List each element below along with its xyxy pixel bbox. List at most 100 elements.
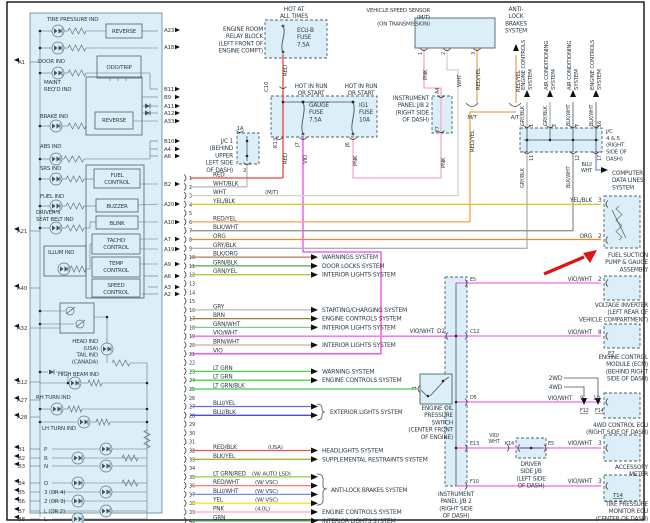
diagram-label: 8 [598,330,602,336]
diagram-label: 3 [598,441,602,447]
junction-dot [281,100,285,104]
red-annotation-arrow [543,255,585,276]
pin-number: 33 [189,457,195,463]
system-label: ENGINE CONTROLS SYSTEM [322,509,401,516]
system-arrow-icon [311,254,318,261]
diagram-label: TIRE PRESSURE MONITOR ECU (CENTER OF DASH) [595,502,648,522]
pin-bracket [183,209,187,218]
pin-number: 18 [189,325,195,331]
system-arrow-icon [311,324,318,331]
diagram-label: INSTRUMENT PANEL J/B 2 (RIGHT SIDE OF DASH) [393,96,430,124]
pin-bracket [183,191,187,200]
diagram-label: 1 [418,52,424,55]
system-label: INTERIOR LIGHTS SYSTEM [322,518,396,523]
diagram-label: ENGINE CONTROLSSYSTEM [590,39,603,90]
pin-bracket [183,306,187,314]
diagram-label: 11 [529,155,535,161]
diagram-label: FUEL SUCTION PUMP & GAUGE ASSEMBLY [605,253,649,273]
system-label: WARNINGS SYSTEM [322,254,378,261]
pin-number: 32 [189,449,195,455]
system-label: INTERIOR LIGHTS SYSTEM [322,324,396,331]
diagram-label: YEL/BLK [569,198,592,204]
system-label: SUPPLEMENTAL RESTRAINTS SYSTEM [322,456,428,463]
junction-dot [594,138,598,142]
pin-number: 16 [189,308,195,314]
pin-number: 22 [189,361,195,367]
diagram-label: VIO/WHT [410,329,435,335]
system-arrow-icon [311,315,318,322]
system-arrow-icon [311,403,318,410]
diagram-label: B7 [18,509,26,515]
system-label: INTERIOR LIGHTS SYSTEM [322,342,396,349]
diagram-label: GRY/BLK [543,105,549,126]
junction-dot [454,446,458,450]
diagram-label: DRIVER SIDE J/B (LEFT SIDE OF DASH) [516,462,546,490]
diagram-label: A4 [435,88,441,94]
diagram-label: 3 [598,198,602,204]
diagram-label: 3 [598,479,602,485]
pin-bracket [183,288,187,297]
arrow-up-icon [570,90,576,97]
wire-note: (W/ VSC) [255,480,278,486]
pin-number: 4 [189,202,192,208]
wire-note: (W/ VSC) [255,498,278,504]
pin-bracket [183,279,187,288]
pin-bracket [183,314,187,323]
junction-dot [454,334,458,338]
diagram-label: EXTERIOR LIGHTS SYSTEM [330,410,403,416]
pin-number: 12 [189,273,195,279]
pin-bracket [183,235,187,244]
diagram-label: 17 [597,155,603,161]
pin-number: 3 [189,194,192,200]
wire-note: (M/T) [265,190,278,196]
diagram-label: AIR CONDITIONINGSYSTEM [567,41,580,90]
pin-number: 11 [189,264,195,270]
diagram-label: 1A [237,126,244,132]
diagram-label: BLK/WHT [566,103,572,126]
wiring-diagram-page: 1 RED 2 WHT/BLK 3 WHT (M/T) 4 YEL/BLK 5 6 RED/YEL 7 B… [0,0,650,523]
wire-RED/YEL [469,111,516,222]
junction-dot [441,379,445,383]
system-arrow-icon [311,306,318,313]
pin-bracket [183,385,187,393]
pin-bracket [183,455,187,464]
diagram-label: B12 [17,380,27,386]
cluster-pin-arrow-icon [175,103,180,109]
system-label: ENGINE CONTROLS SYSTEM [322,377,401,384]
diagram-label: J/C 4 & 5 (RIGHT SIDE OF DASH) [605,129,627,162]
diagram-label: E5 [548,441,554,447]
diagram-label: HOT IN RUN OR START [295,84,328,97]
junction-dot [426,394,430,398]
diagram-label: HOT IN RUN OR START [345,84,378,97]
junction-dot [145,420,149,424]
wire-note: (W/ AUTO LSD) [252,471,291,477]
pin-bracket [183,226,187,235]
system-arrow-icon [311,342,318,348]
pin-bracket [183,323,187,332]
cluster-pin-arrow-icon [175,284,180,290]
cluster-pin-arrow-icon [175,153,180,159]
diagram-label: 2WD [549,376,563,382]
system-arrow-icon [311,473,318,480]
diagram-label: F12 [580,408,589,414]
diagram-label: BUZZER [106,204,128,210]
diagram-label: COMPUTER DATA LINES SYSTEM [612,171,644,191]
junction-dot [66,381,70,385]
component-box [603,195,641,249]
pin-bracket [183,182,187,191]
system-arrow-icon [311,482,318,489]
diagram-label: TIRE PRESSURE IND [46,17,98,23]
diagram-label: 2 [552,124,558,127]
system-arrow-icon [311,491,318,498]
system-label: STARTING/CHARGING SYSTEM [322,307,407,314]
diagram-label: INSTRUMENT PANEL J/B 2 (RIGHT SIDE OF DASH) [438,492,475,520]
diagram-label: 3 (OR 4) [44,490,65,496]
diagram-label: VIO/WHT [568,441,593,447]
pin-number: 15 [189,299,195,305]
pin-number: 9 [189,246,192,252]
system-arrow-icon [311,517,318,523]
diagram-label: D2 [437,329,445,335]
wire-note: (USA) [268,445,283,451]
diagram-label: 12 [575,155,581,161]
junction-dot [38,322,42,326]
